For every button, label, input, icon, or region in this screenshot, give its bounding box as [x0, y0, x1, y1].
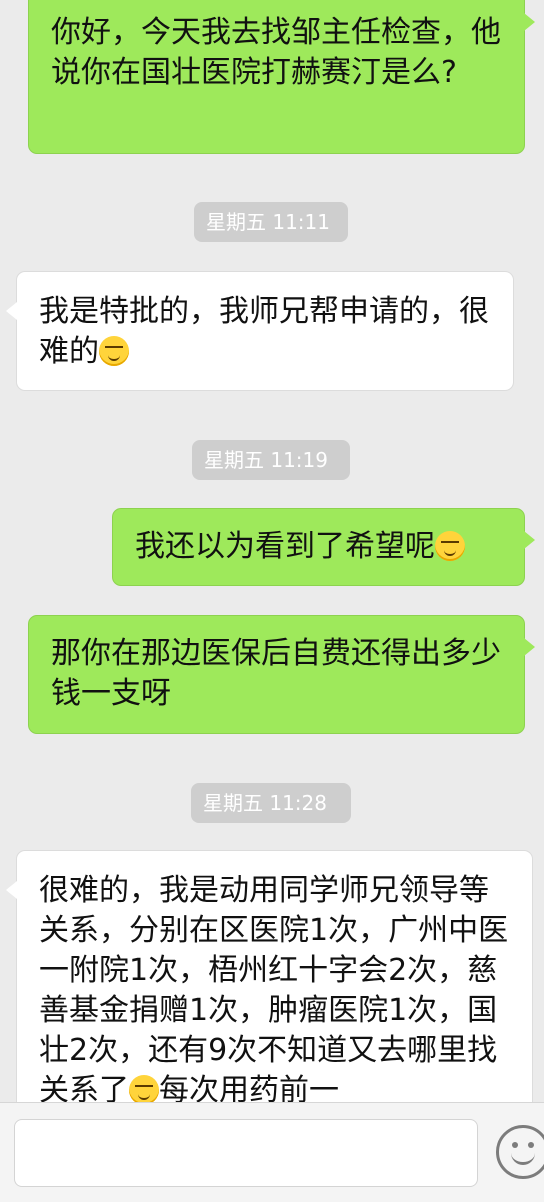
message-text: 我还以为看到了希望呢 [135, 529, 435, 564]
message-bubble-sent[interactable]: 我还以为看到了希望呢 [112, 508, 535, 586]
timestamp-label: 星期五 11:19 [192, 440, 350, 480]
message-text: 你好，今天我去找邹主任检查，他说你在国壮医院打赫赛汀是么? [51, 15, 501, 90]
message-text: 那你在那边医保后自费还得出多少钱一支呀 [51, 636, 501, 711]
message-input[interactable] [14, 1119, 478, 1187]
smiley-face-icon[interactable] [496, 1125, 544, 1179]
pensive-face-emoji-icon [435, 531, 465, 561]
timestamp-label: 星期五 11:11 [194, 202, 348, 242]
message-bubble-sent[interactable]: 你好，今天我去找邹主任检查，他说你在国壮医院打赫赛汀是么? [28, 0, 535, 154]
message-input-bar [0, 1102, 544, 1202]
message-bubble-received[interactable]: 我是特批的，我师兄帮申请的，很难的 [6, 271, 514, 391]
grimacing-squint-emoji-icon [99, 336, 129, 366]
timestamp-label: 星期五 11:28 [191, 783, 351, 823]
grimacing-squint-emoji-icon [129, 1075, 159, 1105]
message-bubble-sent[interactable]: 那你在那边医保后自费还得出多少钱一支呀 [28, 615, 535, 734]
